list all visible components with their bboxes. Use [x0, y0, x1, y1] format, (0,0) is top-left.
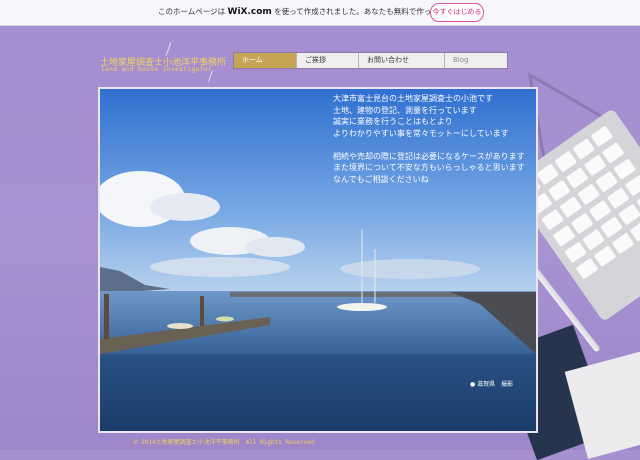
- intro-line: 大津市富士見台の土地家屋調査士の小池です: [333, 94, 493, 103]
- intro-text: 大津市富士見台の土地家屋調査士の小池です 土地、建物の登記、測量を行っています …: [333, 93, 525, 185]
- site-subtitle: land and house investigator: [101, 66, 213, 73]
- intro-line: よりわかりやすい事を常々モットーにしています: [333, 128, 509, 138]
- wix-brand[interactable]: WiX.com: [228, 7, 272, 17]
- intro-line: [333, 139, 525, 151]
- nav-item-contact[interactable]: お問い合わせ: [359, 53, 445, 68]
- nav-item-home[interactable]: ホーム: [234, 53, 297, 68]
- intro-line: また境界について不安な方もいらっしゃると思います: [333, 163, 525, 172]
- main-nav: ホーム ご挨拶 お問い合わせ Blog: [233, 52, 508, 69]
- intro-line: なんでもご相談くださいね: [333, 174, 429, 184]
- intro-line: 相続や売却の際に登記は必要になるケースがあります: [333, 151, 525, 161]
- nav-item-greeting[interactable]: ご挨拶: [297, 53, 359, 68]
- wix-start-button[interactable]: 今すぐはじめる: [430, 3, 484, 22]
- photo-credit: ● 滋賀県 撮影: [470, 381, 514, 388]
- nav-item-blog[interactable]: Blog: [445, 53, 507, 68]
- footer-copyright: © 2014土地家屋調査士小池洋平事務所 All Rights Reserved: [134, 439, 315, 446]
- wix-banner: このホームページは WiX.com を使って作成されました。あなたも無料で作って…: [0, 0, 640, 26]
- intro-line: 誠実に業務を行うことはもとより: [333, 117, 453, 126]
- intro-line: 土地、建物の登記、測量を行っています: [333, 105, 477, 115]
